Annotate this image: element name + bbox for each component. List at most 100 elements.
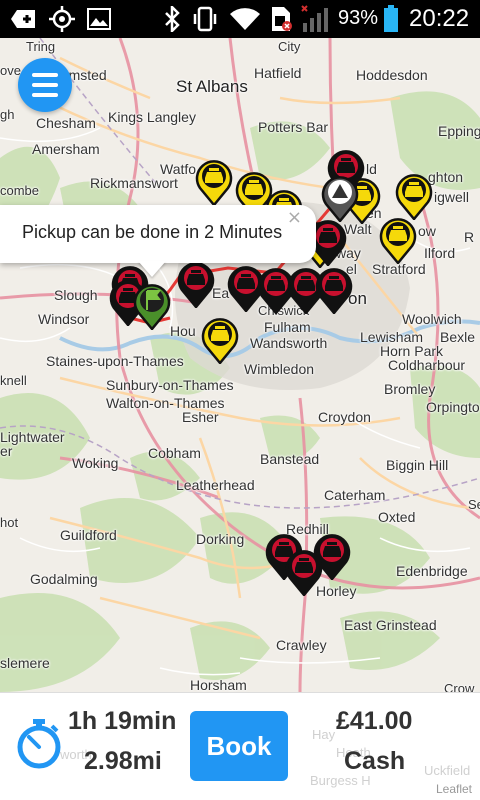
place-label: Se (468, 497, 480, 512)
place-label: Windsor (38, 311, 90, 327)
menu-icon (32, 83, 58, 87)
close-icon[interactable]: × (287, 207, 302, 228)
gps-icon (48, 6, 76, 32)
taxi-available-marker[interactable] (394, 172, 434, 220)
place-label: Croydon (318, 409, 371, 425)
stopwatch-icon (16, 717, 62, 769)
trip-duration: 1h 19min (68, 707, 177, 735)
place-label: Sunbury-on-Thames (106, 377, 234, 393)
place-label: Woolwich (402, 311, 462, 327)
place-label: gh (0, 107, 15, 122)
place-label: Caterham (324, 487, 386, 503)
pickup-popup: Pickup can be done in 2 Minutes × (0, 205, 316, 263)
taxi-busy-marker[interactable] (176, 260, 216, 308)
place-label: Leatherhead (176, 477, 255, 493)
place-label: Biggin Hill (386, 457, 449, 473)
place-label: Dorking (196, 531, 245, 547)
place-label: Watfo (160, 161, 197, 177)
place-label: Chesham (36, 115, 96, 131)
place-label: Ilford (424, 245, 456, 261)
place-label: Bromley (384, 381, 436, 397)
background-map-label: Uckfield (424, 763, 471, 778)
pickup-popup-text: Pickup can be done in 2 Minutes (22, 222, 283, 242)
place-label: City (278, 39, 301, 54)
payment-method: Cash (344, 747, 406, 775)
background-map-label: Hay (312, 727, 336, 742)
menu-button[interactable] (18, 58, 72, 112)
menu-icon (32, 73, 58, 77)
place-label: Guildford (60, 527, 117, 543)
place-label: Walton-on-Thames (106, 395, 225, 411)
status-bar: 93% 20:22 (0, 0, 480, 38)
place-label: slemere (0, 655, 50, 671)
place-label: Horn Park (380, 343, 444, 359)
place-label: combe (0, 183, 40, 198)
place-label: Godalming (30, 571, 98, 587)
map-view[interactable]: Tring City khamsted St Albans Hatfield H… (0, 38, 480, 692)
place-label: Bexle (440, 329, 476, 345)
place-label: Oxted (378, 509, 416, 525)
place-label: Edenbridge (396, 563, 468, 579)
clock: 20:22 (409, 5, 470, 32)
taxi-busy-marker[interactable] (284, 548, 324, 596)
sim-error-icon (268, 6, 294, 32)
taxi-available-marker[interactable] (194, 158, 234, 206)
place-label: Walt (344, 221, 372, 237)
menu-icon (32, 93, 58, 97)
place-label: Horsham (190, 677, 247, 692)
place-label: Tring (26, 39, 56, 54)
taxi-busy-marker[interactable] (314, 266, 354, 314)
place-label: Rickmanswort (90, 175, 178, 191)
signal-icon (300, 5, 332, 32)
place-label: R (464, 229, 475, 245)
map-attribution[interactable]: Leaflet (436, 782, 472, 796)
book-button[interactable]: Book (190, 711, 288, 781)
battery-icon (382, 5, 400, 32)
place-label: knell (0, 373, 27, 388)
pickup-popup-pointer (138, 261, 166, 277)
place-label: St Albans (176, 77, 248, 96)
place-label: Hatfield (254, 65, 302, 81)
taxi-offline-marker[interactable] (320, 174, 360, 222)
wifi-icon (228, 6, 262, 32)
place-label: Coldharbour (388, 357, 466, 373)
trip-price: £41.00 (336, 707, 413, 735)
place-label: Fulham (264, 319, 311, 335)
place-label: Banstead (260, 451, 320, 467)
trip-distance: 2.98mi (84, 747, 162, 775)
place-label: Potters Bar (258, 119, 329, 135)
taxi-available-marker[interactable] (378, 216, 418, 264)
place-label: Orpingto (426, 399, 480, 415)
place-label: East Grinstead (344, 617, 437, 633)
place-label: Hoddesdon (356, 67, 428, 83)
place-label: ow (418, 223, 436, 239)
place-label: Hou (170, 323, 196, 339)
place-label: Slough (54, 287, 98, 303)
place-label: ld (366, 161, 377, 177)
place-label: Lewisham (360, 329, 424, 345)
app-screen: 93% 20:22 Tring City khamsted St Albans … (0, 0, 480, 800)
place-label: Wimbledon (244, 361, 315, 377)
place-label: hot (0, 515, 19, 530)
pickup-location-marker[interactable] (132, 282, 172, 330)
place-label: Esher (182, 409, 219, 425)
place-label: Woking (72, 455, 119, 471)
place-label: Crow (444, 681, 475, 692)
image-icon (86, 6, 112, 32)
taxi-available-marker[interactable] (200, 316, 240, 364)
place-label: ove (0, 63, 21, 78)
place-label: igwell (434, 189, 470, 205)
place-label: Wandsworth (250, 335, 328, 351)
place-label: Kings Langley (108, 109, 196, 125)
place-label: Epping (438, 123, 480, 139)
bluetooth-icon (160, 6, 184, 32)
place-label: Cobham (148, 445, 201, 461)
add-box-icon (10, 6, 38, 32)
place-label: Stratford (372, 261, 426, 277)
vibrate-icon (190, 6, 220, 32)
place-label: Amersham (32, 141, 100, 157)
place-label: er (0, 443, 13, 459)
place-label: Lightwater (0, 429, 65, 445)
battery-percent: 93% (338, 7, 379, 29)
place-label: Staines-upon-Thames (46, 353, 184, 369)
